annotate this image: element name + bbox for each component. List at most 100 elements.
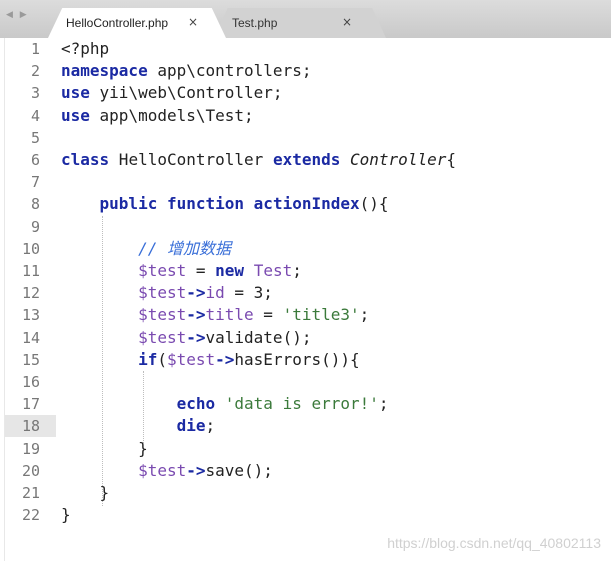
code-token: ; [378,394,389,414]
code-token: actionIndex [253,194,360,214]
code-token: yii\web\Controller; [89,83,283,103]
code-token: Controller [350,150,447,169]
code-text: } [61,438,148,460]
code-text: $test->save(); [61,460,273,482]
code-line[interactable]: 15 if($test->hasErrors()){ [0,349,611,371]
tab-label: Test.php [232,16,278,30]
code-token: die [176,416,206,436]
code-line[interactable]: 14 $test->validate(); [0,327,611,349]
code-line[interactable]: 2 namespace app\controllers; [0,60,611,82]
code-token: app\models\Test; [89,105,254,125]
line-number: 19 [21,439,40,458]
line-number: 5 [30,128,40,147]
code-token: $test [138,305,187,325]
line-number: 11 [21,262,40,280]
tab-nav-arrows[interactable]: ◀ ▶ [6,10,29,20]
code-token: id [205,283,225,303]
code-text: class HelloController extends Controller… [61,149,456,171]
line-number: 3 [30,84,40,103]
code-line[interactable]: 21 } [0,482,611,504]
code-token: = [186,261,216,280]
code-line[interactable]: 3 use yii\web\Controller; [0,82,611,104]
code-text: public function actionIndex(){ [61,193,389,215]
line-number: 1 [30,40,40,58]
code-line[interactable]: 8 public function actionIndex(){ [0,193,611,215]
watermark: https://blog.csdn.net/qq_40802113 [387,535,601,551]
code-token: echo [176,394,216,414]
code-line[interactable]: 18 die; [0,415,611,438]
code-token: -> [186,460,206,480]
code-token: app\controllers; [147,61,312,81]
code-line[interactable]: 9 [0,216,611,238]
indent-guide [143,371,144,443]
code-text: $test = new Test; [61,260,302,282]
line-number: 18 [21,417,40,436]
code-token: HelloController [109,150,273,169]
code-line[interactable]: 20 $test->save(); [0,460,611,482]
line-number: 2 [30,62,40,81]
tab-hellocontroller[interactable]: HelloController.php × [48,8,226,38]
line-number: 15 [21,350,40,369]
code-text: echo 'data is error!'; [61,393,389,415]
line-number: 12 [21,284,40,303]
code-line[interactable]: 17 echo 'data is error!'; [0,393,611,415]
tab-label: HelloController.php [66,16,169,30]
code-text: use app\models\Test; [61,105,254,127]
code-token: } [61,438,148,458]
code-line[interactable]: 6 class HelloController extends Controlle… [0,149,611,171]
close-icon[interactable]: × [188,15,198,29]
close-icon[interactable]: × [342,15,352,29]
code-line[interactable]: 11 $test = new Test; [0,260,611,282]
code-token: use [61,105,90,125]
code-text: namespace app\controllers; [61,60,311,82]
code-token: title [205,305,254,325]
code-token: ; [359,305,370,325]
code-token: $test [138,327,187,347]
tab-test[interactable]: Test.php × [214,8,386,38]
line-number: 9 [30,217,40,236]
code-token: namespace [61,61,148,81]
code-text: <?php [61,38,109,60]
code-token: validate(); [205,327,312,347]
code-line[interactable]: 22} [0,504,611,526]
code-line[interactable]: 13 $test->title = 'title3'; [0,304,611,326]
line-number: 4 [30,106,40,125]
code-line[interactable]: 1 <?php [0,38,611,60]
code-text: $test->validate(); [61,327,311,349]
code-token: } [61,505,71,525]
code-line[interactable]: 4 use app\models\Test; [0,105,611,127]
line-number: 8 [30,195,40,214]
code-line[interactable]: 16 [0,371,611,393]
code-line[interactable]: 12 $test->id = 3; [0,282,611,304]
code-token: $test [166,349,216,369]
indent-guide [102,216,103,506]
code-token: hasErrors()){ [234,349,360,369]
code-token: new [215,261,245,280]
line-number: 14 [21,328,40,347]
code-token: -> [186,327,206,347]
code-line[interactable]: 19 } [0,438,611,460]
code-line[interactable]: 7 [0,171,611,193]
code-token: { [446,150,456,169]
code-token: class [61,150,110,169]
code-token: 'title3' [282,305,360,325]
line-number: 16 [21,373,40,391]
code-token: // 增加数据 [138,238,231,258]
code-token: -> [186,283,206,303]
code-line[interactable]: 10 // 增加数据 [0,238,611,260]
line-number: 6 [30,151,40,169]
code-line[interactable]: 5 [0,127,611,149]
line-number: 13 [21,306,40,325]
code-text: } [61,504,71,526]
code-token: ; [292,261,302,280]
line-number: 17 [21,395,40,414]
